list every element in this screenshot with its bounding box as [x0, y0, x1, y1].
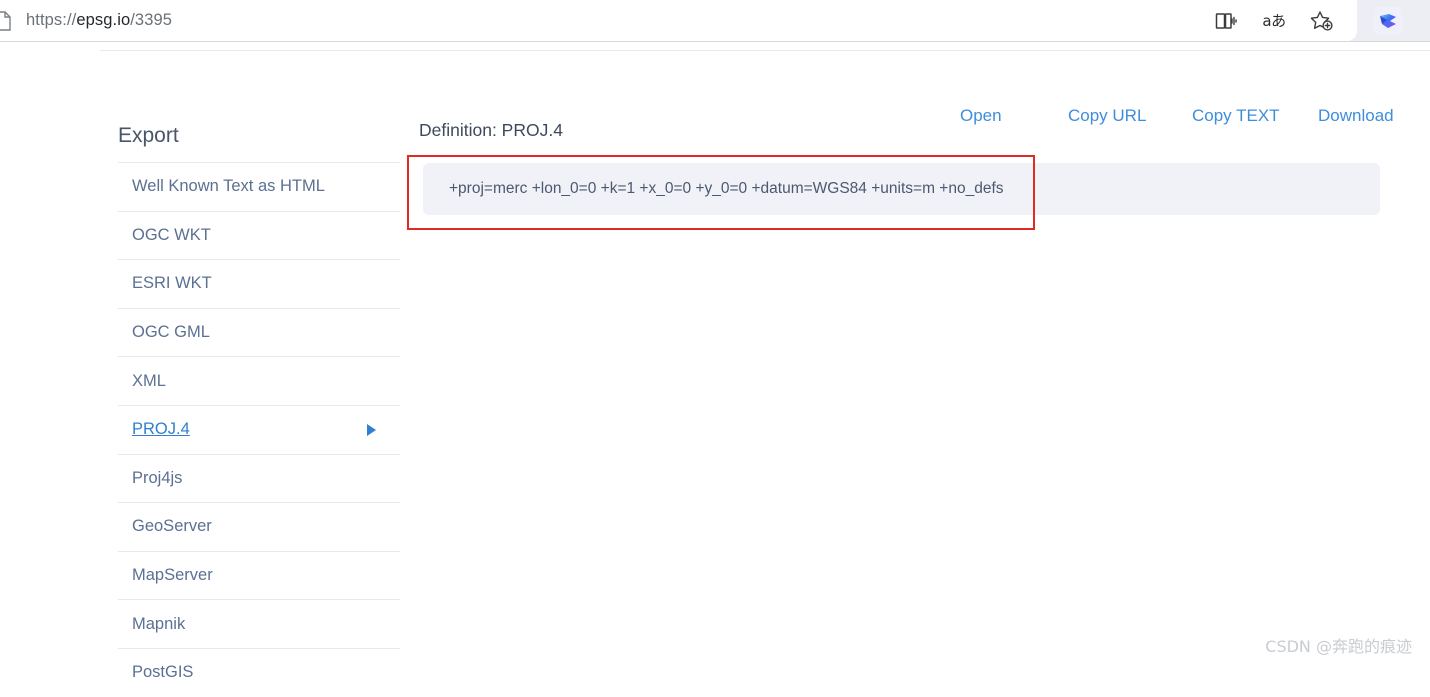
export-sidebar: Export Well Known Text as HTML OGC WKT E…	[118, 42, 400, 697]
url-path: /3395	[130, 11, 173, 29]
sidebar-item-label: OGC WKT	[132, 225, 211, 244]
sidebar-item-esri-wkt[interactable]: ESRI WKT	[118, 259, 400, 308]
definition-actions: Open Copy URL Copy TEXT Download	[960, 106, 1394, 126]
sidebar-item-well-known-text-as-html[interactable]: Well Known Text as HTML	[118, 162, 400, 211]
page-document-icon	[0, 8, 16, 34]
caret-right-icon	[367, 423, 376, 436]
sidebar-item-proj4[interactable]: PROJ.4	[118, 404, 400, 454]
translate-icon[interactable]: aあ	[1261, 8, 1287, 34]
read-aloud-icon[interactable]	[1213, 8, 1239, 34]
sidebar-item-label: GeoServer	[132, 517, 212, 536]
page-content: Export Well Known Text as HTML OGC WKT E…	[0, 42, 1430, 681]
url-scheme: https://	[26, 11, 77, 29]
sidebar-title: Export	[118, 124, 179, 147]
watermark: CSDN @奔跑的痕迹	[1265, 637, 1412, 656]
browser-chrome: https://epsg.io/3395 aあ	[0, 0, 1430, 42]
sidebar-item-label: Proj4js	[132, 468, 183, 487]
url-host: epsg.io	[76, 11, 131, 29]
browser-toolbar-actions: aあ	[1213, 0, 1357, 41]
sidebar-item-label: OGC GML	[132, 323, 210, 342]
sidebar-item-geoserver[interactable]: GeoServer	[118, 502, 400, 551]
copy-url-link[interactable]: Copy URL	[1068, 106, 1146, 126]
sidebar-item-xml[interactable]: XML	[118, 356, 400, 405]
sidebar-item-label: Well Known Text as HTML	[132, 177, 325, 196]
sidebar-item-ogc-wkt[interactable]: OGC WKT	[118, 210, 400, 260]
address-bar[interactable]: https://epsg.io/3395	[0, 0, 1357, 41]
definition-heading: Definition: PROJ.4	[419, 120, 563, 140]
sidebar-item-label: MapServer	[132, 566, 213, 585]
sidebar-item-proj4js[interactable]: Proj4js	[118, 453, 400, 503]
sidebar-item-postgis[interactable]: PostGIS	[118, 647, 400, 697]
add-favorite-icon[interactable]	[1309, 8, 1335, 34]
download-link[interactable]: Download	[1318, 106, 1394, 126]
copy-text-link[interactable]: Copy TEXT	[1192, 106, 1280, 126]
sidebar-item-label: XML	[132, 371, 166, 390]
sidebar-item-mapserver[interactable]: MapServer	[118, 550, 400, 600]
browser-extension-icon[interactable]	[1374, 7, 1402, 35]
sidebar-item-label: PostGIS	[132, 663, 194, 682]
sidebar-item-ogc-gml[interactable]: OGC GML	[118, 307, 400, 357]
sidebar-item-label: PROJ.4	[132, 420, 190, 439]
sidebar-item-mapnik[interactable]: Mapnik	[118, 599, 400, 648]
definition-code-box[interactable]: +proj=merc +lon_0=0 +k=1 +x_0=0 +y_0=0 +…	[423, 163, 1380, 215]
sidebar-item-label: ESRI WKT	[132, 274, 212, 293]
sidebar-item-label: Mapnik	[132, 614, 186, 633]
definition-code-text: +proj=merc +lon_0=0 +k=1 +x_0=0 +y_0=0 +…	[449, 180, 1004, 197]
url-text: https://epsg.io/3395	[26, 11, 172, 30]
open-link[interactable]: Open	[960, 106, 1024, 126]
